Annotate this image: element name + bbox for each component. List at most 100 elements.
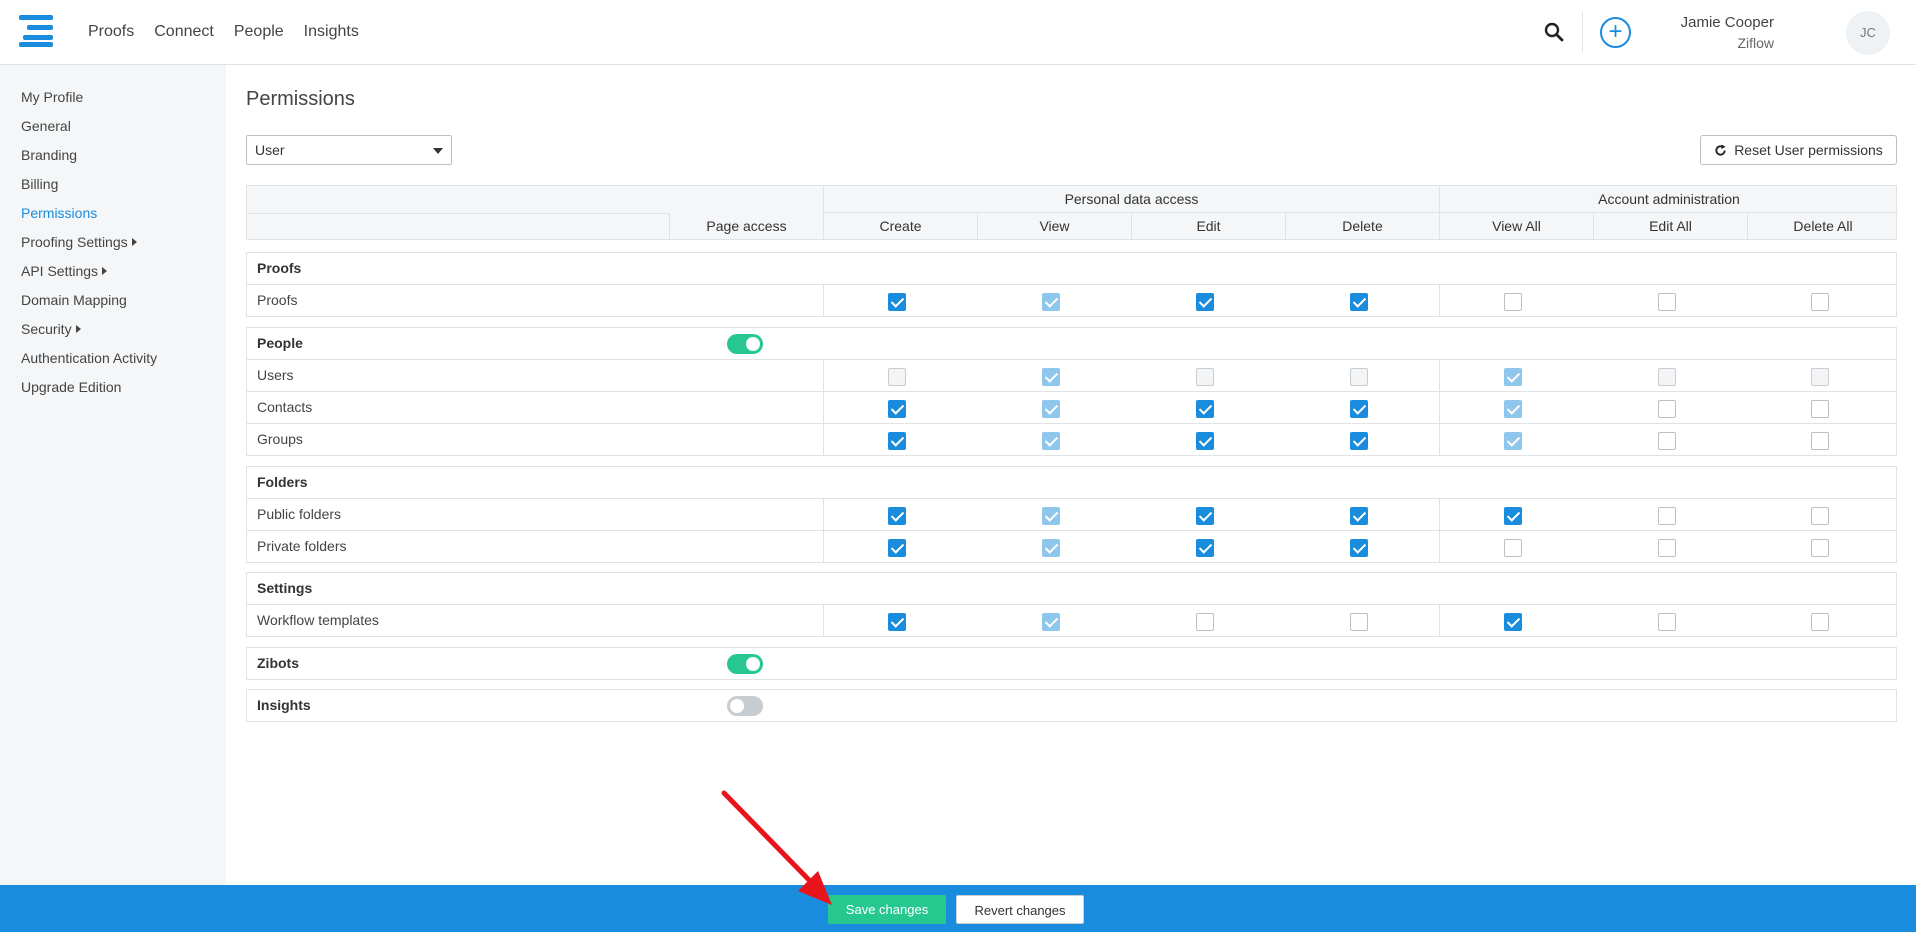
permission-row-label: Private folders — [257, 538, 347, 554]
checkbox-view-all[interactable] — [1504, 539, 1522, 557]
reset-icon — [1715, 143, 1726, 156]
column-divider — [1439, 360, 1440, 391]
checkbox-create[interactable] — [888, 400, 906, 418]
sidebar-item-permissions[interactable]: Permissions — [0, 203, 226, 232]
nav-connect[interactable]: Connect — [154, 23, 214, 41]
checkbox-edit[interactable] — [1196, 539, 1214, 557]
checkbox-delete[interactable] — [1350, 293, 1368, 311]
sidebar-item-security[interactable]: Security — [0, 319, 226, 348]
column-divider — [1439, 531, 1440, 562]
checkbox-create[interactable] — [888, 293, 906, 311]
nav-proofs[interactable]: Proofs — [88, 23, 134, 41]
reset-permissions-button[interactable]: Reset User permissions — [1700, 135, 1897, 165]
column-header-create: Create — [823, 213, 977, 240]
checkbox-delete[interactable] — [1350, 507, 1368, 525]
search-icon[interactable] — [1544, 22, 1564, 42]
column-divider — [1439, 392, 1440, 423]
sidebar-item-label: Domain Mapping — [21, 292, 127, 308]
checkbox-create[interactable] — [888, 507, 906, 525]
section-title-row: Insights — [247, 690, 1896, 721]
sidebar-item-authentication-activity[interactable]: Authentication Activity — [0, 348, 226, 377]
checkbox-delete-all[interactable] — [1811, 539, 1829, 557]
user-name[interactable]: Jamie Cooper — [1681, 14, 1774, 31]
checkbox-delete-all — [1811, 368, 1829, 386]
page-access-toggle-people[interactable] — [727, 334, 763, 354]
sidebar-item-billing[interactable]: Billing — [0, 174, 226, 203]
sidebar-item-branding[interactable]: Branding — [0, 145, 226, 174]
sidebar-item-domain-mapping[interactable]: Domain Mapping — [0, 290, 226, 319]
column-divider — [823, 285, 824, 316]
sidebar-item-label: Permissions — [21, 205, 98, 221]
checkbox-view[interactable] — [1042, 507, 1060, 525]
checkbox-edit[interactable] — [1196, 432, 1214, 450]
section-title: Insights — [257, 697, 311, 713]
ziflow-logo-icon[interactable] — [19, 15, 53, 47]
permission-section-folders: Folders Public folders Private folders — [246, 466, 1897, 563]
checkbox-edit[interactable] — [1196, 507, 1214, 525]
checkbox-view[interactable] — [1042, 432, 1060, 450]
nav-people[interactable]: People — [234, 23, 284, 41]
role-select[interactable]: User — [246, 135, 452, 165]
checkbox-create[interactable] — [888, 539, 906, 557]
checkbox-view-all[interactable] — [1504, 400, 1522, 418]
checkbox-delete — [1350, 368, 1368, 386]
checkbox-delete-all[interactable] — [1811, 432, 1829, 450]
sidebar-item-proofing-settings[interactable]: Proofing Settings — [0, 232, 226, 261]
sidebar-item-api-settings[interactable]: API Settings — [0, 261, 226, 290]
checkbox-view-all[interactable] — [1504, 507, 1522, 525]
checkbox-delete[interactable] — [1350, 613, 1368, 631]
checkbox-edit[interactable] — [1196, 400, 1214, 418]
avatar[interactable]: JC — [1846, 11, 1890, 55]
checkbox-view-all[interactable] — [1504, 293, 1522, 311]
sidebar-item-general[interactable]: General — [0, 116, 226, 145]
checkbox-edit-all[interactable] — [1658, 507, 1676, 525]
column-divider — [1439, 499, 1440, 530]
permission-section-people: People Users Contacts Groups — [246, 327, 1897, 456]
checkbox-delete[interactable] — [1350, 539, 1368, 557]
column-header-view: View — [977, 213, 1131, 240]
section-title: Zibots — [257, 655, 299, 671]
annotation-arrow-icon — [721, 790, 832, 905]
checkbox-view[interactable] — [1042, 539, 1060, 557]
checkbox-create[interactable] — [888, 613, 906, 631]
caret-right-icon — [102, 267, 108, 275]
checkbox-create[interactable] — [888, 432, 906, 450]
checkbox-edit-all[interactable] — [1658, 293, 1676, 311]
checkbox-delete-all[interactable] — [1811, 507, 1829, 525]
checkbox-delete[interactable] — [1350, 432, 1368, 450]
checkbox-delete[interactable] — [1350, 400, 1368, 418]
sidebar-item-upgrade-edition[interactable]: Upgrade Edition — [0, 377, 226, 406]
page-access-toggle-zibots[interactable] — [727, 654, 763, 674]
permission-row: Proofs — [247, 284, 1896, 316]
checkbox-edit-all[interactable] — [1658, 613, 1676, 631]
checkbox-edit-all[interactable] — [1658, 400, 1676, 418]
add-icon[interactable]: + — [1600, 17, 1631, 48]
permission-section-insights: Insights — [246, 689, 1897, 722]
permission-row-label: Groups — [257, 431, 303, 447]
checkbox-view[interactable] — [1042, 293, 1060, 311]
checkbox-delete-all[interactable] — [1811, 293, 1829, 311]
checkbox-delete-all[interactable] — [1811, 400, 1829, 418]
nav-insights[interactable]: Insights — [304, 23, 359, 41]
checkbox-view-all[interactable] — [1504, 368, 1522, 386]
checkbox-view[interactable] — [1042, 368, 1060, 386]
sidebar-item-my-profile[interactable]: My Profile — [0, 87, 226, 116]
checkbox-view-all[interactable] — [1504, 432, 1522, 450]
checkbox-delete-all[interactable] — [1811, 613, 1829, 631]
revert-changes-button[interactable]: Revert changes — [956, 895, 1084, 924]
checkbox-view[interactable] — [1042, 613, 1060, 631]
table-header: Personal data access Account administrati… — [246, 185, 1898, 240]
section-title-row: Folders — [247, 467, 1896, 498]
checkbox-edit[interactable] — [1196, 613, 1214, 631]
main-nav: Proofs Connect People Insights — [88, 0, 379, 64]
checkbox-edit-all[interactable] — [1658, 539, 1676, 557]
column-header-edit-all: Edit All — [1593, 213, 1747, 240]
save-changes-button[interactable]: Save changes — [828, 895, 946, 924]
checkbox-view-all[interactable] — [1504, 613, 1522, 631]
permission-row: Contacts — [247, 391, 1896, 423]
page-access-toggle-insights[interactable] — [727, 696, 763, 716]
role-select-value: User — [255, 142, 285, 158]
checkbox-edit[interactable] — [1196, 293, 1214, 311]
checkbox-edit-all[interactable] — [1658, 432, 1676, 450]
checkbox-view[interactable] — [1042, 400, 1060, 418]
